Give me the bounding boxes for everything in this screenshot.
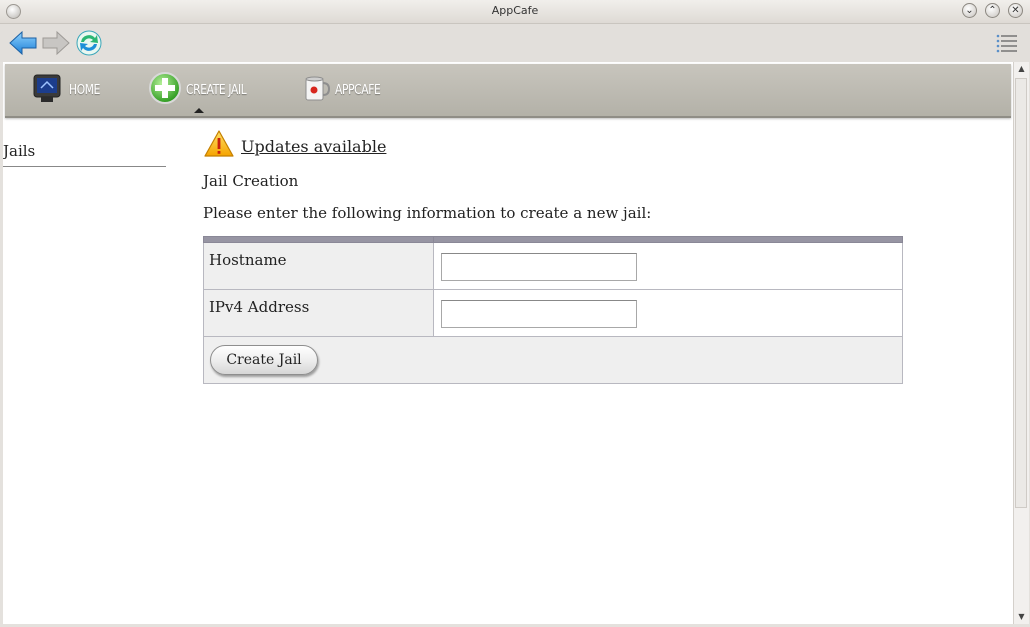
minimize-button[interactable]: ⌄ xyxy=(962,3,977,18)
nav-create-jail[interactable]: CREATE JAIL xyxy=(148,72,260,108)
create-jail-button[interactable]: Create Jail xyxy=(210,345,318,375)
hostname-label: Hostname xyxy=(203,242,434,290)
forward-arrow-icon[interactable] xyxy=(41,28,71,58)
updates-available-link[interactable]: Updates available xyxy=(241,137,386,156)
nav-appcafe-label: APPCAFE xyxy=(335,82,381,98)
window-title: AppCafe xyxy=(491,4,539,17)
scrollbar-thumb[interactable] xyxy=(1015,78,1027,508)
hostname-input-cell xyxy=(433,242,903,290)
ipv4-address-input[interactable] xyxy=(441,300,637,328)
browser-toolbar xyxy=(0,24,1030,62)
updates-row: Updates available xyxy=(203,130,903,162)
warning-icon xyxy=(203,129,235,163)
intro-text: Please enter the following information t… xyxy=(203,204,652,222)
nav-appcafe[interactable]: APPCAFE xyxy=(301,72,390,108)
nav-create-jail-label: CREATE JAIL xyxy=(186,82,247,98)
table-row: IPv4 Address xyxy=(203,289,903,337)
table-row: Hostname xyxy=(203,242,903,290)
web-content: HOME CREATE JAIL APPCAFE Jails Updates a… xyxy=(3,62,1013,624)
ipv4-input-cell xyxy=(433,289,903,337)
plus-circle-icon xyxy=(148,71,182,109)
maximize-button[interactable]: ⌃ xyxy=(985,3,1000,18)
nav-home-label: HOME xyxy=(69,82,101,98)
sidebar: Jails xyxy=(3,142,166,167)
active-tab-indicator xyxy=(194,108,204,113)
scroll-down-arrow-icon[interactable]: ▼ xyxy=(1014,610,1029,624)
page-heading: Jail Creation xyxy=(203,172,299,190)
vertical-scrollbar[interactable]: ▲ ▼ xyxy=(1013,62,1029,624)
jail-form-table: Hostname IPv4 Address Create Jail xyxy=(203,236,903,384)
close-button[interactable]: ✕ xyxy=(1008,3,1023,18)
coffee-mug-icon xyxy=(301,71,331,109)
sidebar-item-jails[interactable]: Jails xyxy=(3,142,166,167)
nav-home[interactable]: HOME xyxy=(31,72,107,108)
hostname-input[interactable] xyxy=(441,253,637,281)
main-content: Updates available Jail Creation Please e… xyxy=(203,130,903,384)
ipv4-address-label: IPv4 Address xyxy=(203,289,434,337)
table-row: Create Jail xyxy=(203,336,903,384)
window-titlebar: AppCafe ⌄ ⌃ ✕ xyxy=(0,0,1030,24)
back-arrow-icon[interactable] xyxy=(8,28,38,58)
scroll-up-arrow-icon[interactable]: ▲ xyxy=(1014,62,1029,76)
top-navbar: HOME CREATE JAIL APPCAFE xyxy=(5,64,1011,118)
monitor-icon xyxy=(31,71,65,109)
refresh-icon[interactable] xyxy=(74,28,104,58)
submit-cell: Create Jail xyxy=(203,336,903,384)
menu-list-icon[interactable] xyxy=(996,32,1018,54)
